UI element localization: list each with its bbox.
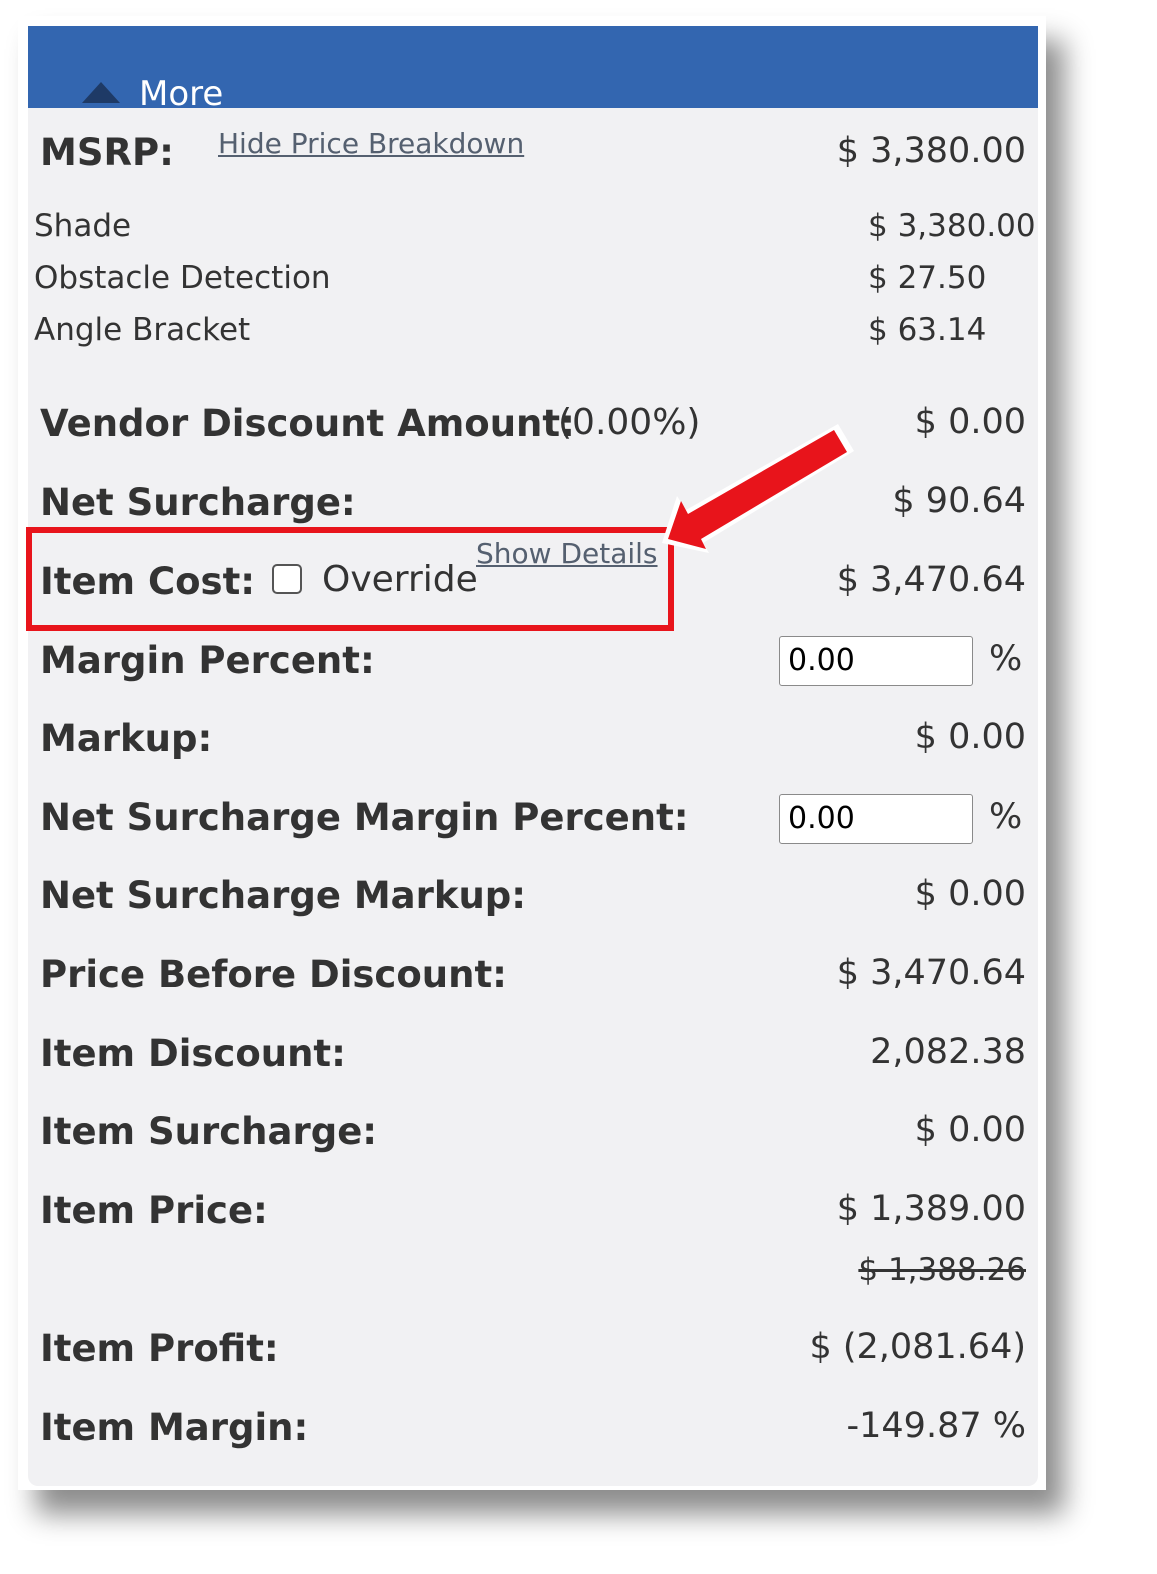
annotation-arrow-icon	[662, 424, 854, 553]
